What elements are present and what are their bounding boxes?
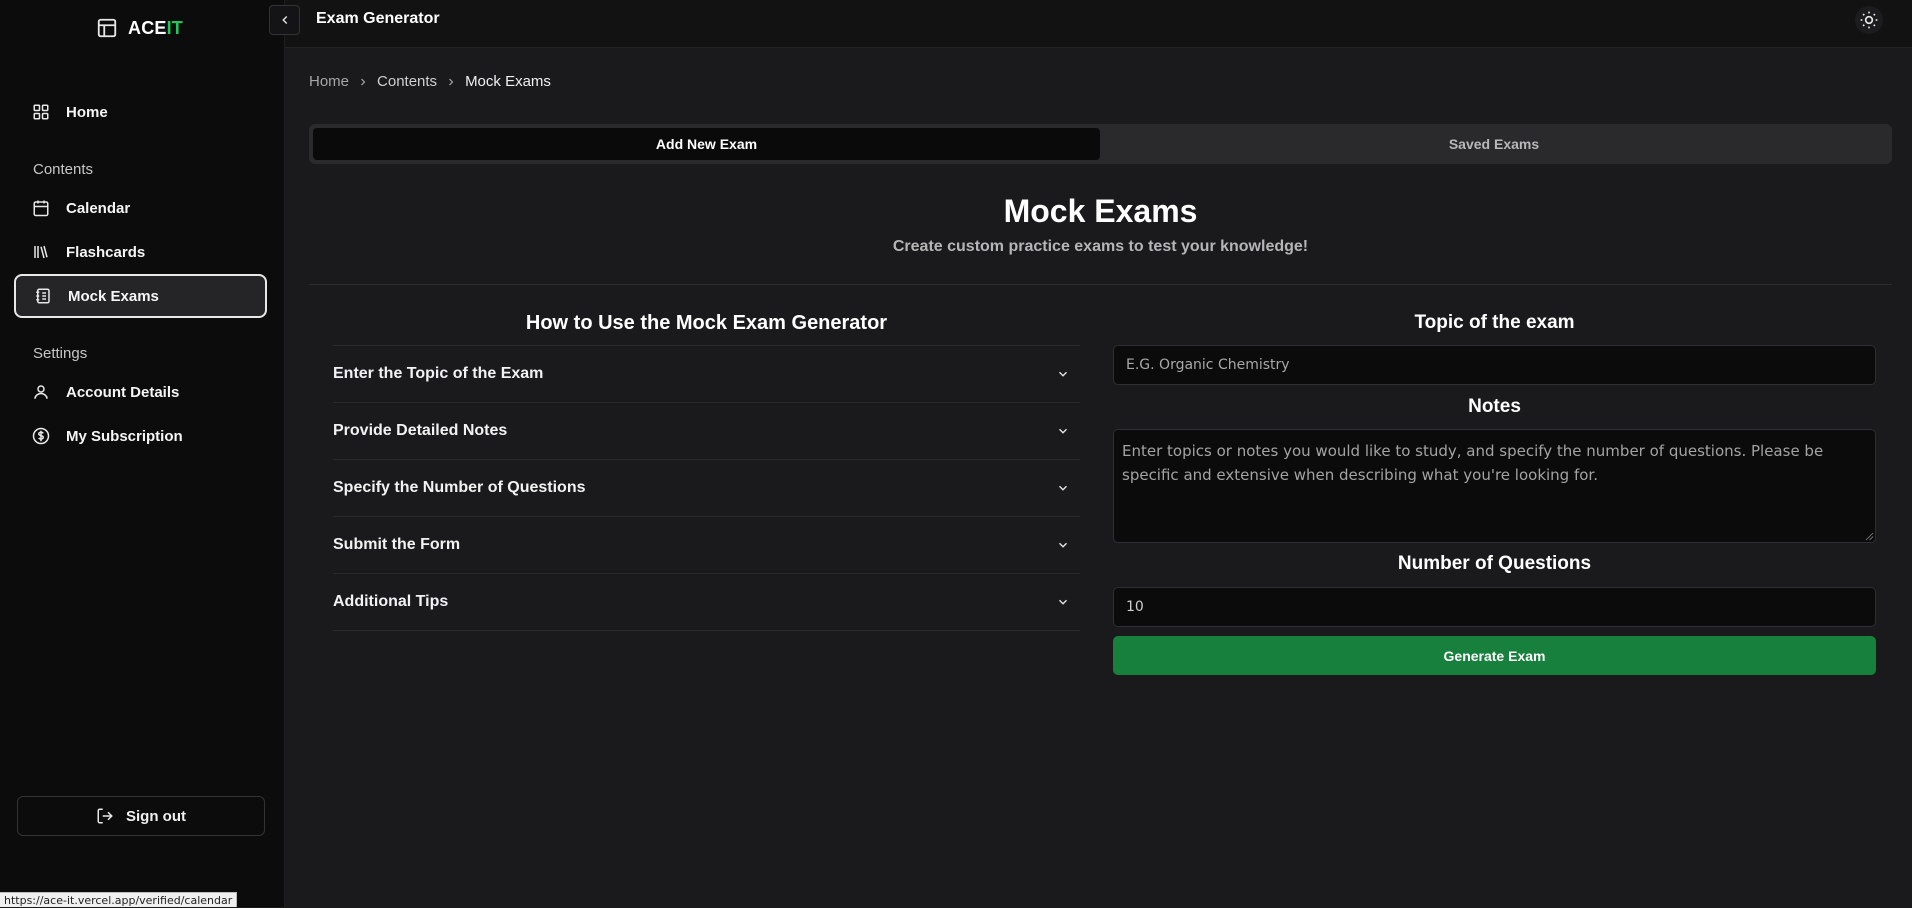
page-subtitle: Create custom practice exams to test you… [892, 238, 1309, 255]
log-out-icon [97, 808, 113, 824]
accordion-label: Additional Tips [333, 593, 449, 610]
breadcrumb: Home Contents Mock Exams [309, 73, 551, 90]
accordion-label: Provide Detailed Notes [333, 422, 508, 439]
sidebar-item-label: Home [66, 103, 108, 121]
calendar-icon [33, 200, 49, 217]
sidebar-item-label: Account Details [66, 383, 180, 401]
breadcrumb-current: Mock Exams [465, 73, 551, 90]
app-logo[interactable]: ACEIT [96, 16, 183, 40]
sign-out-label: Sign out [126, 807, 186, 825]
section-label-contents: Contents [33, 161, 94, 178]
accordion-label: Enter the Topic of the Exam [333, 365, 544, 382]
logo-text: ACEIT [128, 17, 184, 38]
sign-out-button[interactable]: Sign out [17, 796, 265, 836]
tab-saved-exams[interactable]: Saved Exams [1100, 128, 1888, 160]
grid-icon [33, 104, 49, 120]
sidebar-item-calendar[interactable]: Calendar [14, 186, 267, 230]
howto-title: How to Use the Mock Exam Generator [525, 312, 888, 334]
chevron-right-icon [349, 76, 377, 88]
topic-label: Topic of the exam [1414, 312, 1575, 333]
library-icon [34, 245, 48, 259]
question-count-input[interactable] [1113, 587, 1876, 627]
sidebar-item-flashcards[interactable]: Flashcards [14, 230, 267, 274]
chevron-down-icon [1058, 599, 1068, 605]
accordion-label: Specify the Number of Questions [333, 479, 586, 496]
sun-icon [1860, 11, 1878, 29]
user-icon [34, 385, 48, 399]
sidebar-item-label: My Subscription [66, 427, 183, 445]
section-divider [309, 284, 1892, 285]
theme-toggle-button[interactable] [1855, 6, 1883, 34]
section-label-settings: Settings [33, 345, 88, 362]
sidebar-item-home[interactable]: Home [14, 90, 267, 134]
accordion-item-tips[interactable]: Additional Tips [333, 573, 1080, 630]
chevron-left-icon [281, 15, 287, 25]
accordion-item-topic[interactable]: Enter the Topic of the Exam [333, 345, 1080, 402]
chevron-down-icon [1058, 542, 1068, 548]
top-bar [285, 0, 1912, 48]
resize-handle-icon[interactable] [1865, 532, 1874, 541]
layout-icon [97, 18, 117, 38]
accordion-item-notes[interactable]: Provide Detailed Notes [333, 402, 1080, 459]
notebook-icon [36, 288, 50, 304]
sidebar-item-mock-exams[interactable]: Mock Exams [14, 274, 267, 318]
sidebar-item-label: Calendar [66, 199, 131, 217]
sidebar-item-label: Flashcards [66, 243, 146, 261]
breadcrumb-contents[interactable]: Contents [377, 73, 437, 90]
accordion-item-submit[interactable]: Submit the Form [333, 516, 1080, 573]
sidebar: ACEIT Home Contents Calendar Flashcards … [0, 0, 285, 907]
dollar-circle-icon [32, 427, 50, 445]
tab-add-new-exam[interactable]: Add New Exam [313, 128, 1100, 160]
question-count-label: Number of Questions [1397, 553, 1592, 574]
status-bar-url: https://ace-it.vercel.app/verified/calen… [0, 892, 238, 907]
chevron-down-icon [1058, 428, 1068, 434]
accordion-divider [333, 630, 1080, 631]
accordion-label: Submit the Form [333, 536, 461, 553]
collapse-sidebar-button[interactable] [269, 5, 300, 35]
exam-tabs: Add New Exam Saved Exams [309, 124, 1892, 164]
sidebar-item-subscription[interactable]: My Subscription [14, 414, 267, 458]
page-title: Mock Exams [1003, 193, 1198, 229]
accordion-item-questions[interactable]: Specify the Number of Questions [333, 459, 1080, 516]
chevron-down-icon [1058, 485, 1068, 491]
generate-exam-button[interactable]: Generate Exam [1113, 636, 1876, 675]
notes-label: Notes [1468, 396, 1521, 417]
notes-textarea[interactable] [1113, 429, 1876, 543]
page-header-title: Exam Generator [316, 10, 440, 27]
sidebar-item-account[interactable]: Account Details [14, 370, 267, 414]
breadcrumb-home[interactable]: Home [309, 73, 349, 90]
chevron-right-icon [437, 76, 465, 88]
topic-input[interactable] [1113, 345, 1876, 385]
sidebar-item-label: Mock Exams [68, 287, 159, 305]
chevron-down-icon [1058, 371, 1068, 377]
